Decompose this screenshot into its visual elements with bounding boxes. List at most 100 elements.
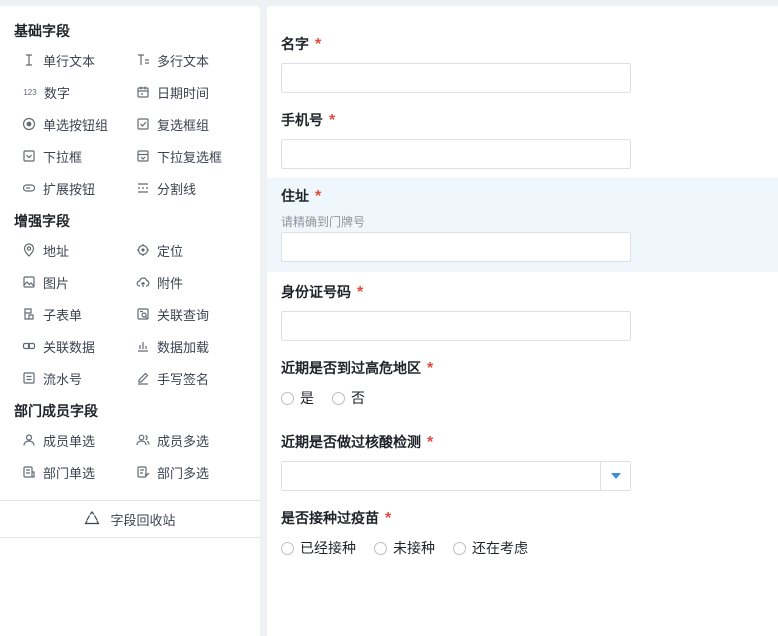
field-title: 身份证号码: [281, 284, 351, 300]
dropdown-icon: [22, 149, 36, 163]
radio-circle[interactable]: [453, 541, 466, 555]
field-label: 附件: [157, 275, 184, 291]
field-label: 复选框组: [157, 117, 210, 133]
checkbox-icon: [136, 117, 150, 131]
field-label: 流水号: [43, 371, 83, 387]
field-label: 下拉复选框: [157, 149, 223, 165]
pen-icon: [136, 371, 150, 385]
field-palette: 基础字段 单行文本 多行文本 123 数字 日期时间 单选按钮组 复选框组 下拉…: [0, 6, 260, 636]
radio-option-no[interactable]: 否: [332, 388, 365, 408]
field-label: 成员单选: [43, 433, 96, 449]
field-multi-line-text[interactable]: 多行文本: [136, 49, 209, 71]
map-pin-icon: [22, 243, 36, 257]
radio-label: 未接种: [393, 540, 435, 556]
form-item-address[interactable]: 住址 * 请精确到门牌号: [267, 178, 778, 272]
field-label: 数据加载: [157, 339, 210, 355]
serial-number-icon: [22, 371, 36, 385]
address-input[interactable]: [281, 232, 631, 262]
field-dropdown-checkbox[interactable]: 下拉复选框: [136, 145, 222, 167]
link-data-icon: [22, 339, 36, 353]
field-department-multi[interactable]: 部门多选: [136, 461, 209, 483]
department-icon: [22, 465, 36, 479]
field-signature[interactable]: 手写签名: [136, 367, 209, 389]
radio-option-considering[interactable]: 还在考虑: [453, 538, 528, 558]
field-member-multi[interactable]: 成员多选: [136, 429, 209, 451]
field-label: 成员多选: [157, 433, 210, 449]
field-label: 定位: [157, 243, 184, 259]
form-item-name[interactable]: 名字 *: [267, 34, 778, 93]
field-data-load[interactable]: 数据加载: [136, 335, 209, 357]
field-label: 关联查询: [157, 307, 210, 323]
radio-label: 是: [300, 390, 314, 406]
group-title-basic: 基础字段: [14, 23, 70, 39]
field-datetime[interactable]: 日期时间: [136, 81, 209, 103]
dropdown-checkbox-icon: [136, 149, 150, 163]
field-dropdown[interactable]: 下拉框: [22, 145, 82, 167]
image-icon: [22, 275, 36, 289]
multi-line-text-icon: [136, 53, 150, 67]
field-checkbox-group[interactable]: 复选框组: [136, 113, 209, 135]
radio-circle[interactable]: [281, 541, 294, 555]
users-icon: [136, 433, 150, 447]
extend-button-icon: [22, 181, 36, 195]
radio-circle[interactable]: [281, 391, 294, 405]
field-serial-number[interactable]: 流水号: [22, 367, 82, 389]
calendar-icon: [136, 85, 150, 99]
field-address[interactable]: 地址: [22, 239, 69, 261]
radio-label: 还在考虑: [472, 540, 528, 556]
field-link-query[interactable]: 关联查询: [136, 303, 209, 325]
radio-group: 是 否: [281, 388, 778, 408]
field-subform[interactable]: 子表单: [22, 303, 82, 325]
name-input[interactable]: [281, 63, 631, 93]
radio-circle[interactable]: [332, 391, 345, 405]
field-divider[interactable]: 分割线: [136, 177, 196, 199]
field-label: 部门单选: [43, 465, 96, 481]
field-single-line-text[interactable]: 单行文本: [22, 49, 95, 71]
radio-option-vaccinated[interactable]: 已经接种: [281, 538, 356, 558]
radio-option-not-vaccinated[interactable]: 未接种: [374, 538, 435, 558]
field-label: 关联数据: [43, 339, 96, 355]
field-title: 手机号: [281, 112, 323, 128]
field-title: 近期是否做过核酸检测: [281, 434, 421, 450]
field-extend-button[interactable]: 扩展按钮: [22, 177, 95, 199]
field-label: 部门多选: [157, 465, 210, 481]
field-label: 分割线: [157, 181, 197, 197]
field-attachment[interactable]: 附件: [136, 271, 183, 293]
field-label: 图片: [43, 275, 70, 291]
nucleic-test-select[interactable]: [281, 461, 631, 491]
field-member-single[interactable]: 成员单选: [22, 429, 95, 451]
field-location[interactable]: 定位: [136, 239, 183, 261]
form-canvas: 名字 * 手机号 * 住址 * 请精确到门牌号 身份证号码 * 近期是否到过高危地区 * …: [267, 6, 778, 636]
field-image[interactable]: 图片: [22, 271, 69, 293]
field-label: 数字: [44, 85, 71, 101]
field-hint: 请精确到门牌号: [281, 215, 366, 229]
recycle-icon: [84, 511, 101, 525]
radio-option-yes[interactable]: 是: [281, 388, 314, 408]
id-number-input[interactable]: [281, 311, 631, 341]
field-link-data[interactable]: 关联数据: [22, 335, 95, 357]
radio-label: 已经接种: [300, 540, 356, 556]
required-mark: *: [315, 36, 322, 53]
form-item-phone[interactable]: 手机号 *: [267, 110, 778, 169]
field-label: 日期时间: [157, 85, 210, 101]
caret-down-icon[interactable]: [600, 462, 630, 490]
form-item-id-number[interactable]: 身份证号码 *: [267, 282, 778, 341]
form-item-high-risk[interactable]: 近期是否到过高危地区 * 是 否: [267, 358, 778, 408]
field-label: 扩展按钮: [43, 181, 96, 197]
field-number[interactable]: 123 数字: [22, 81, 70, 103]
field-title: 名字: [281, 36, 309, 52]
form-item-nucleic-test[interactable]: 近期是否做过核酸检测 *: [267, 432, 778, 491]
field-radio-group[interactable]: 单选按钮组: [22, 113, 108, 135]
locate-icon: [136, 243, 150, 257]
required-mark: *: [315, 188, 322, 205]
form-item-vaccine[interactable]: 是否接种过疫苗 * 已经接种 未接种 还在考虑: [267, 508, 778, 558]
subform-icon: [22, 307, 36, 321]
phone-input[interactable]: [281, 139, 631, 169]
radio-circle[interactable]: [374, 541, 387, 555]
field-department-single[interactable]: 部门单选: [22, 461, 95, 483]
field-label: 下拉框: [43, 149, 83, 165]
group-title-enhanced: 增强字段: [14, 213, 70, 229]
field-title: 住址: [281, 188, 309, 204]
radio-icon: [22, 117, 36, 131]
recycle-bin-button[interactable]: 字段回收站: [0, 500, 260, 538]
